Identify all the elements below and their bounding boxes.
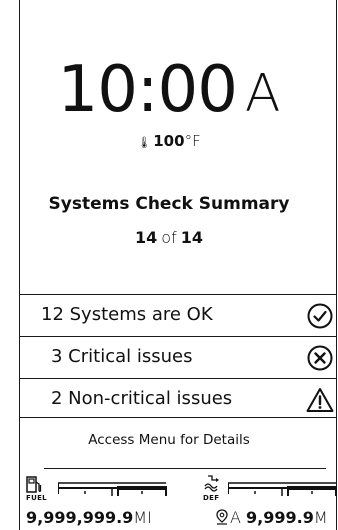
check-circle-icon xyxy=(307,303,333,329)
trip-odometer: A 9,999.9M xyxy=(216,508,328,527)
map-pin-icon xyxy=(216,509,228,525)
systems-ok-row[interactable]: 12 Systems are OK xyxy=(20,294,337,334)
x-circle-icon xyxy=(307,345,333,371)
counter-of: of xyxy=(161,228,177,247)
clock: 10:00 A xyxy=(0,58,338,122)
page-counter: 14 of 14 xyxy=(0,228,338,247)
def-level-bar xyxy=(228,482,337,496)
trip-unit: M xyxy=(313,508,328,527)
temperature-unit: °F xyxy=(184,132,201,150)
trip-value: 9,999.9 xyxy=(246,508,314,527)
fuel-pump-icon xyxy=(26,476,42,493)
warning-triangle-icon xyxy=(306,388,334,412)
def-label: DEF xyxy=(203,494,220,502)
non-critical-issues-row[interactable]: 2 Non-critical issues xyxy=(20,378,337,418)
clock-ampm: A xyxy=(244,64,281,124)
trip-label: A xyxy=(230,508,241,527)
access-menu-hint: Access Menu for Details xyxy=(88,432,250,448)
counter-total: 14 xyxy=(180,228,203,247)
temperature-value: 100 xyxy=(153,132,185,150)
fuel-label: FUEL xyxy=(26,494,47,502)
critical-issues-row[interactable]: 3 Critical issues xyxy=(20,336,337,376)
non-critical-issues-label: 2 Non-critical issues xyxy=(51,388,233,409)
def-fluid-icon xyxy=(204,475,219,492)
gauge-divider xyxy=(44,468,326,469)
page-title: Systems Check Summary xyxy=(48,194,290,214)
fuel-gauge: FUEL xyxy=(24,474,174,506)
fuel-level-bar xyxy=(58,482,167,496)
odometer: 9,999,999.9MI xyxy=(26,508,152,527)
odometer-unit: MI xyxy=(133,508,152,527)
critical-issues-label: 3 Critical issues xyxy=(51,346,193,367)
counter-current: 14 xyxy=(135,228,158,247)
outside-temperature: 🌡 100°F xyxy=(0,132,338,152)
def-gauge: DEF xyxy=(200,474,338,506)
thermometer-icon: 🌡 xyxy=(137,136,152,149)
clock-time: 10:00 xyxy=(57,53,237,127)
odometer-value: 9,999,999.9 xyxy=(26,508,134,527)
systems-ok-label: 12 Systems are OK xyxy=(41,304,213,325)
